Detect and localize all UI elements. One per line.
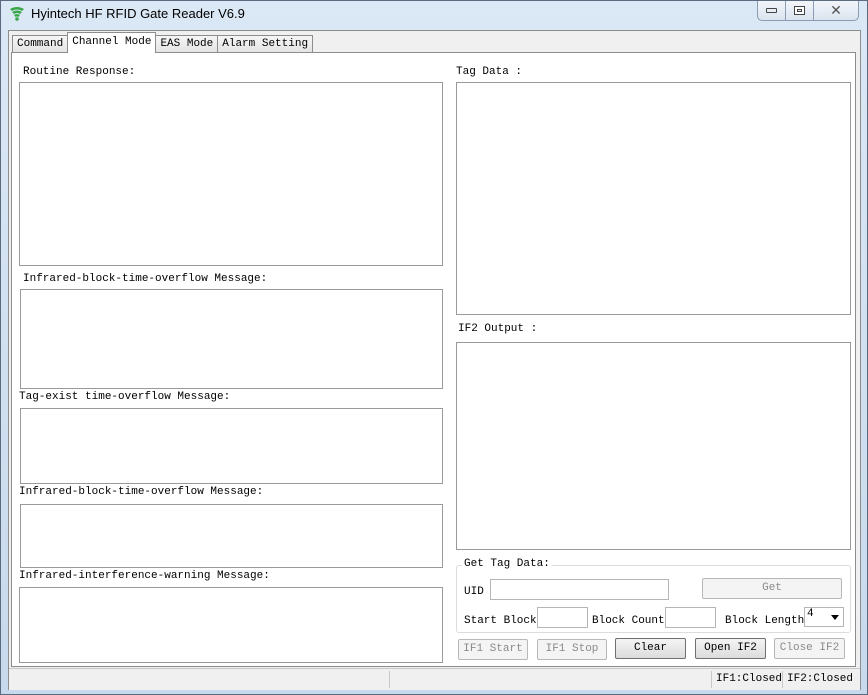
- infrared-block-textbox-2[interactable]: [20, 504, 443, 568]
- routine-response-textbox[interactable]: [19, 82, 443, 266]
- get-tag-data-title: Get Tag Data:: [462, 558, 552, 570]
- get-button[interactable]: Get: [702, 578, 842, 599]
- block-length-label: Block Length:: [725, 615, 811, 627]
- tab-eas-mode[interactable]: EAS Mode: [155, 35, 219, 53]
- infrared-block-label-1: Infrared-block-time-overflow Message:: [23, 273, 268, 285]
- title-bar: Hyintech HF RFID Gate Reader V6.9 ✕: [1, 1, 867, 27]
- start-block-input[interactable]: [537, 607, 588, 628]
- window-title: Hyintech HF RFID Gate Reader V6.9: [31, 6, 245, 21]
- maximize-button[interactable]: [786, 1, 814, 20]
- status-bar: IF1:Closed IF2:Closed: [9, 668, 860, 690]
- close-if2-button[interactable]: Close IF2: [774, 638, 845, 659]
- if1-start-button[interactable]: IF1 Start: [458, 639, 528, 660]
- tag-exist-label: Tag-exist time-overflow Message:: [19, 391, 231, 403]
- tag-exist-textbox[interactable]: [20, 408, 443, 484]
- get-tag-data-group: Get Tag Data: UID Get Start Block Block …: [456, 558, 851, 633]
- minimize-icon: [766, 8, 777, 13]
- block-length-select[interactable]: 4: [804, 607, 844, 627]
- block-count-label: Block Count:: [592, 615, 672, 627]
- routine-response-label: Routine Response:: [23, 66, 136, 78]
- tag-data-textbox[interactable]: [456, 82, 851, 315]
- tab-command[interactable]: Command: [12, 35, 69, 53]
- clear-button[interactable]: Clear: [615, 638, 686, 659]
- close-icon: ✕: [830, 2, 842, 19]
- infrared-interference-label: Infrared-interference-warning Message:: [19, 570, 270, 582]
- if2-output-textbox[interactable]: [456, 342, 851, 550]
- block-count-input[interactable]: [665, 607, 716, 628]
- if1-status: IF1:Closed: [711, 671, 784, 688]
- infrared-interference-textbox[interactable]: [19, 587, 443, 663]
- uid-label: UID: [464, 586, 484, 598]
- chevron-down-icon: [831, 615, 839, 620]
- if1-stop-button[interactable]: IF1 Stop: [537, 639, 607, 660]
- uid-input[interactable]: [490, 579, 669, 600]
- if2-output-label: IF2 Output :: [458, 323, 538, 335]
- tab-strip: Command Channel Mode EAS Mode Alarm Sett…: [12, 32, 314, 53]
- client-area: Command Channel Mode EAS Mode Alarm Sett…: [8, 30, 861, 690]
- open-if2-button[interactable]: Open IF2: [695, 638, 766, 659]
- close-button[interactable]: ✕: [814, 1, 858, 20]
- tab-channel-mode[interactable]: Channel Mode: [67, 32, 157, 53]
- minimize-button[interactable]: [758, 1, 786, 20]
- infrared-block-textbox-1[interactable]: [20, 289, 443, 389]
- maximize-icon: [794, 6, 805, 15]
- wifi-signal-icon: [10, 7, 24, 21]
- if2-status: IF2:Closed: [782, 671, 861, 688]
- tab-alarm-setting[interactable]: Alarm Setting: [217, 35, 314, 53]
- block-length-value: 4: [807, 608, 814, 620]
- channel-mode-page: Routine Response: Infrared-block-time-ov…: [11, 52, 856, 667]
- start-block-label: Start Block: [464, 615, 537, 627]
- infrared-block-label-2: Infrared-block-time-overflow Message:: [19, 486, 264, 498]
- status-panel-empty: [389, 671, 712, 688]
- app-window: Hyintech HF RFID Gate Reader V6.9 ✕ Comm…: [0, 0, 868, 695]
- tag-data-label: Tag Data :: [456, 66, 523, 78]
- window-controls: ✕: [757, 1, 859, 21]
